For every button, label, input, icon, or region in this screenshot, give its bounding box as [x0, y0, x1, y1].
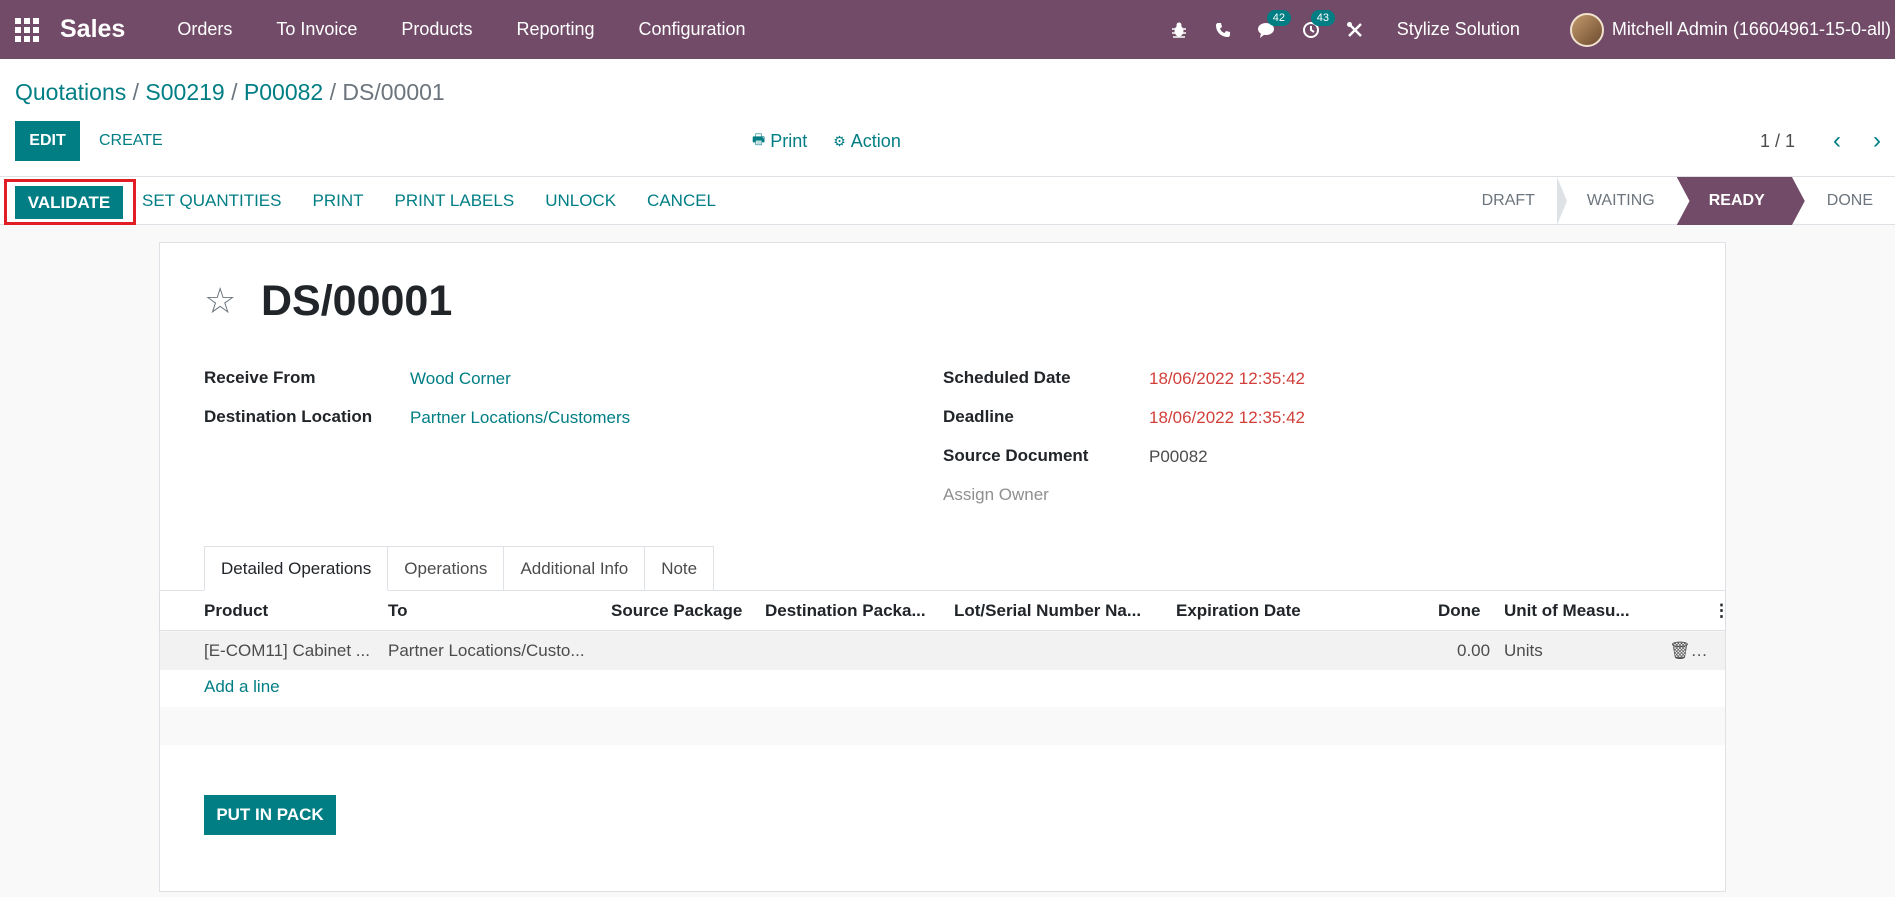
- stage-draft[interactable]: DRAFT: [1460, 177, 1568, 225]
- column-done[interactable]: Done: [1438, 591, 1481, 631]
- cell-product: [E-COM11] Cabinet ...: [204, 641, 370, 660]
- cell-to: Partner Locations/Custo...: [388, 641, 585, 660]
- unlock-button[interactable]: UNLOCK: [545, 191, 616, 211]
- action-menu[interactable]: ⚙ Action: [833, 131, 901, 152]
- scheduled-date-label: Scheduled Date: [943, 368, 1071, 387]
- column-lot-serial[interactable]: Lot/Serial Number Na...: [954, 591, 1141, 631]
- status-bar: VALIDATE SET QUANTITIES PRINT PRINT LABE…: [0, 177, 1895, 225]
- source-document-label: Source Document: [943, 446, 1089, 465]
- gear-icon: ⚙: [833, 132, 846, 149]
- user-name: Mitchell Admin (16604961-15-0-all): [1611, 19, 1891, 39]
- validate-button[interactable]: VALIDATE: [15, 186, 123, 219]
- messages-icon[interactable]: 42: [1245, 0, 1292, 59]
- user-menu[interactable]: Mitchell Admin (16604961-15-0-all): [1569, 12, 1891, 47]
- apps-menu-icon[interactable]: [14, 17, 40, 43]
- menu-to-invoice[interactable]: To Invoice: [254, 19, 379, 40]
- print-button[interactable]: PRINT: [313, 191, 364, 211]
- stage-ready[interactable]: READY: [1676, 177, 1805, 225]
- form-sheet: ☆ DS/00001 Receive From Wood Corner Dest…: [159, 242, 1730, 892]
- print-menu-label: Print: [770, 130, 808, 151]
- app-name[interactable]: Sales: [60, 15, 125, 44]
- notebook-tabs: Detailed Operations Operations Additiona…: [204, 546, 715, 591]
- company-switcher[interactable]: Stylize Solution: [1397, 19, 1520, 40]
- phone-icon[interactable]: [1201, 0, 1245, 59]
- breadcrumb-sale-order[interactable]: S00219: [145, 79, 224, 105]
- trash-icon[interactable]: 🗑…: [1669, 632, 1708, 670]
- edit-button[interactable]: EDIT: [15, 121, 80, 161]
- menu-configuration[interactable]: Configuration: [617, 19, 768, 40]
- column-to[interactable]: To: [388, 591, 408, 631]
- deadline-label: Deadline: [943, 407, 1014, 426]
- tab-additional-info[interactable]: Additional Info: [504, 546, 646, 591]
- assign-owner-link[interactable]: Assign Owner: [943, 485, 1049, 505]
- breadcrumb-separator: /: [126, 79, 146, 105]
- scheduled-date-value: 18/06/2022 12:35:42: [1149, 369, 1305, 388]
- column-expiration-date[interactable]: Expiration Date: [1176, 591, 1301, 631]
- breadcrumb-separator: /: [323, 79, 343, 105]
- set-quantities-button[interactable]: SET QUANTITIES: [142, 191, 282, 211]
- control-panel: Quotations / S00219 / P00082 / DS/00001 …: [0, 59, 1895, 177]
- user-avatar: [1569, 12, 1604, 47]
- tab-operations[interactable]: Operations: [388, 546, 505, 591]
- tools-icon[interactable]: [1333, 0, 1377, 59]
- print-menu[interactable]: 🖶 Print: [752, 129, 807, 153]
- receive-from-label: Receive From: [204, 368, 316, 387]
- pager-previous-icon[interactable]: ‹: [1833, 121, 1841, 161]
- put-in-pack-button[interactable]: PUT IN PACK: [204, 795, 336, 835]
- menu-products[interactable]: Products: [379, 19, 494, 40]
- record-title: DS/00001: [261, 277, 453, 325]
- stage-pipeline: DRAFT WAITING READY DONE: [1460, 177, 1895, 225]
- column-options-icon[interactable]: ⋮: [1713, 591, 1730, 631]
- action-menus: 🖶 Print ⚙ Action: [752, 121, 927, 161]
- stage-done[interactable]: DONE: [1805, 177, 1895, 225]
- cell-unit-of-measure: Units: [1504, 641, 1543, 660]
- star-icon[interactable]: ☆: [204, 280, 236, 322]
- create-button[interactable]: CREATE: [99, 121, 163, 161]
- top-navbar: Sales Orders To Invoice Products Reporti…: [0, 0, 1895, 59]
- tab-detailed-operations[interactable]: Detailed Operations: [204, 546, 389, 591]
- navbar-systray: 42 43 Stylize Solution Mitchell Admin (1…: [1157, 0, 1895, 59]
- column-source-package[interactable]: Source Package: [611, 591, 742, 631]
- cell-done: 0.00: [1457, 641, 1491, 660]
- add-line-link[interactable]: Add a line: [204, 677, 280, 697]
- print-labels-button[interactable]: PRINT LABELS: [395, 191, 515, 211]
- pager-value[interactable]: 1 / 1: [1760, 121, 1795, 161]
- table-row[interactable]: [E-COM11] Cabinet ... Partner Locations/…: [160, 632, 1725, 670]
- column-destination-package[interactable]: Destination Packa...: [765, 591, 926, 631]
- deadline-value: 18/06/2022 12:35:42: [1149, 408, 1305, 427]
- breadcrumb: Quotations / S00219 / P00082 / DS/00001: [15, 79, 445, 106]
- status-actions: SET QUANTITIES PRINT PRINT LABELS UNLOCK…: [142, 177, 747, 225]
- destination-location-label: Destination Location: [204, 407, 373, 426]
- messages-count-badge: 42: [1266, 10, 1292, 26]
- cancel-button[interactable]: CANCEL: [647, 191, 716, 211]
- menu-reporting[interactable]: Reporting: [494, 19, 616, 40]
- breadcrumb-quotations[interactable]: Quotations: [15, 79, 126, 105]
- destination-location-value[interactable]: Partner Locations/Customers: [410, 408, 630, 428]
- empty-table-row: [160, 707, 1725, 745]
- breadcrumb-current: DS/00001: [342, 79, 445, 105]
- receive-from-value[interactable]: Wood Corner: [410, 369, 511, 389]
- column-product[interactable]: Product: [204, 591, 268, 631]
- activities-count-badge: 43: [1310, 10, 1336, 26]
- table-header: Product To Source Package Destination Pa…: [160, 591, 1730, 631]
- stage-waiting[interactable]: WAITING: [1557, 177, 1677, 225]
- column-unit-of-measure[interactable]: Unit of Measu...: [1504, 591, 1630, 631]
- printer-icon: 🖶: [752, 131, 766, 147]
- activities-clock-icon[interactable]: 43: [1289, 0, 1336, 59]
- breadcrumb-purchase-order[interactable]: P00082: [244, 79, 323, 105]
- tab-note[interactable]: Note: [645, 546, 715, 591]
- source-document-value: P00082: [1149, 447, 1208, 466]
- debug-bug-icon[interactable]: [1157, 0, 1201, 59]
- menu-orders[interactable]: Orders: [155, 19, 254, 40]
- breadcrumb-separator: /: [224, 79, 244, 105]
- pager-next-icon[interactable]: ›: [1873, 121, 1881, 161]
- action-menu-label: Action: [850, 130, 901, 151]
- main-menu: Orders To Invoice Products Reporting Con…: [155, 19, 767, 40]
